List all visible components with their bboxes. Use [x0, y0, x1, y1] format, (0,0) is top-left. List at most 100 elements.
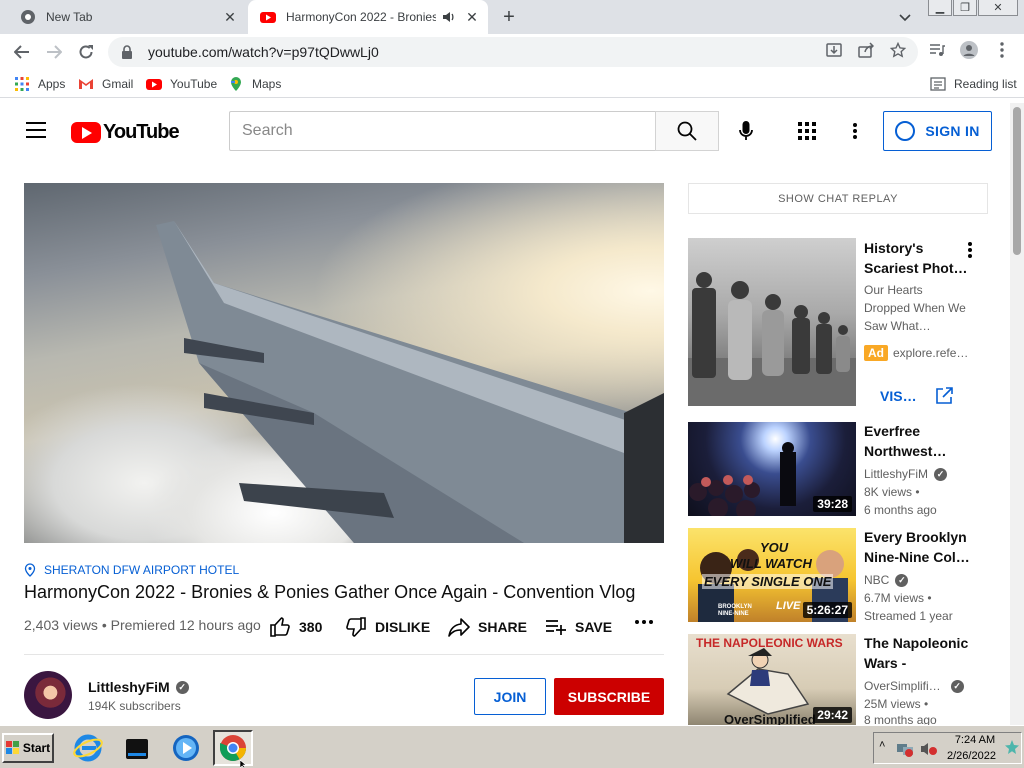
title-line: Everfree: [864, 423, 921, 439]
search-button[interactable]: [655, 111, 719, 151]
video-age: Streamed 1 year: [864, 609, 953, 623]
video-thumbnail[interactable]: YOU WILL WATCH EVERY SINGLE ONE LIVE BRO…: [688, 528, 856, 622]
ad-badge: Ad: [864, 345, 888, 361]
bookmark-gmail[interactable]: Gmail: [78, 76, 133, 92]
video-duration: 39:28: [813, 496, 852, 512]
video-thumbnail[interactable]: THE NAPOLEONIC WARS OverSimplified 29:42: [688, 634, 856, 725]
bookmark-label: Apps: [38, 77, 66, 91]
search-input[interactable]: Search: [229, 111, 656, 151]
reload-icon[interactable]: [74, 40, 98, 64]
thumbnail-logo-text: BROOKLYN NINE-NINE: [718, 604, 752, 617]
volume-muted-icon[interactable]: [920, 741, 938, 757]
verified-check-icon: ✓: [895, 573, 909, 587]
subscribe-button[interactable]: SUBSCRIBE: [554, 678, 664, 715]
join-button[interactable]: JOIN: [474, 678, 546, 715]
account-circle-icon: [895, 121, 916, 141]
show-chat-replay-button[interactable]: SHOW CHAT REPLAY: [688, 183, 988, 214]
clock-date: 2/26/2022: [947, 750, 996, 762]
dislike-button[interactable]: DISLIKE: [345, 616, 430, 638]
close-tab-icon[interactable]: ✕: [462, 7, 482, 27]
install-app-icon[interactable]: [825, 41, 843, 59]
sign-in-button[interactable]: SIGN IN: [883, 111, 992, 151]
forward-arrow-icon[interactable]: [42, 40, 66, 64]
youtube-play-icon: [71, 122, 101, 143]
video-title-link[interactable]: Every Brooklyn Nine-Nine Col…: [864, 527, 974, 567]
video-channel[interactable]: LittleshyFiM ✓: [864, 467, 948, 481]
channel-avatar[interactable]: [24, 671, 72, 719]
tab-youtube-video[interactable]: HarmonyCon 2022 - Bronies & Ponies ✕: [248, 0, 488, 34]
gmail-icon: [79, 79, 93, 89]
browser-menu-icon[interactable]: [993, 41, 1011, 59]
video-thumbnail[interactable]: 39:28: [688, 422, 856, 516]
visit-site-button[interactable]: VIS…: [864, 380, 964, 412]
video-more-actions-icon[interactable]: [635, 620, 661, 624]
tab-new-tab[interactable]: New Tab ✕: [0, 0, 246, 34]
like-count: 380: [299, 619, 323, 635]
youtube-logo[interactable]: YouTube: [71, 121, 180, 144]
location-pin-icon: [24, 563, 36, 577]
video-age: 6 months ago: [864, 503, 937, 517]
bookmark-star-icon[interactable]: [889, 41, 907, 59]
start-label: Start: [22, 741, 51, 755]
speaker-icon[interactable]: [442, 10, 456, 24]
close-tab-icon[interactable]: ✕: [220, 7, 240, 27]
media-queue-icon[interactable]: [928, 41, 946, 59]
thumbnail-text: WILL WATCH: [730, 556, 812, 571]
reading-list-button[interactable]: Reading list: [930, 76, 1017, 92]
close-window-icon[interactable]: ✕: [978, 0, 1018, 16]
notification-icon[interactable]: [1004, 738, 1020, 758]
bookmark-maps[interactable]: Maps: [228, 76, 281, 92]
youtube-apps-icon[interactable]: [796, 120, 818, 142]
hamburger-menu-icon[interactable]: [26, 122, 46, 138]
address-bar[interactable]: youtube.com/watch?v=p97tQDwwLj0: [108, 37, 918, 67]
video-title-link[interactable]: Everfree Northwest…: [864, 421, 974, 461]
channel-name-text: NBC: [864, 573, 890, 587]
tab-strip: New Tab ✕ HarmonyCon 2022 - Bronies & Po…: [0, 0, 1024, 34]
more-options-icon[interactable]: [845, 120, 865, 142]
maps-icon: [231, 77, 241, 91]
new-tab-plus-icon[interactable]: +: [498, 6, 520, 28]
video-channel[interactable]: NBC ✓: [864, 573, 909, 587]
network-warning-icon[interactable]: [896, 741, 914, 757]
verified-check-icon: ✓: [934, 467, 948, 481]
windows-logo-icon: [5, 741, 19, 754]
ad-more-options-icon[interactable]: [968, 242, 972, 263]
ad-title[interactable]: History's Scariest Phot…: [864, 238, 974, 278]
minimize-icon[interactable]: ▁: [928, 0, 952, 16]
windows-taskbar: Start ˄ 7:24 AM 2/26/2022: [0, 725, 1024, 768]
show-hidden-icons-icon[interactable]: ˄: [879, 739, 885, 751]
chevron-down-icon[interactable]: [895, 8, 915, 28]
microphone-icon[interactable]: [734, 119, 758, 143]
lock-icon[interactable]: [120, 45, 134, 59]
video-channel[interactable]: OverSimplifi… ✓: [864, 679, 964, 693]
save-label: SAVE: [575, 619, 613, 635]
like-button[interactable]: 380: [269, 616, 322, 638]
bookmark-youtube[interactable]: YouTube: [146, 76, 217, 92]
search-icon: [677, 121, 697, 141]
video-location-link[interactable]: SHERATON DFW AIRPORT HOTEL: [24, 563, 239, 577]
ad-thumbnail[interactable]: [688, 238, 856, 406]
file-manager-icon[interactable]: [117, 730, 157, 766]
share-icon[interactable]: [857, 41, 875, 59]
start-button[interactable]: Start: [2, 733, 54, 763]
restore-icon[interactable]: ❐: [953, 0, 977, 16]
page-scrollbar[interactable]: [1010, 103, 1024, 725]
channel-name-text: LittleshyFiM: [864, 467, 929, 481]
video-title-link[interactable]: The Napoleonic Wars -: [864, 633, 974, 673]
media-player-icon[interactable]: [166, 730, 206, 766]
video-player[interactable]: [24, 183, 664, 543]
internet-explorer-icon[interactable]: [68, 730, 108, 766]
verified-check-icon: ✓: [950, 679, 964, 693]
scrollbar-thumb[interactable]: [1013, 107, 1021, 255]
thumbnail-text: YOU: [760, 540, 789, 555]
title-line: Wars -: [864, 655, 907, 671]
profile-avatar-icon[interactable]: [960, 41, 978, 59]
save-button[interactable]: SAVE: [545, 616, 612, 638]
share-button[interactable]: SHARE: [448, 616, 527, 638]
verified-check-icon: ✓: [175, 680, 189, 694]
bookmark-apps[interactable]: Apps: [14, 76, 65, 92]
channel-name[interactable]: LittleshyFiM ✓: [88, 679, 189, 695]
video-views: 6.7M views •: [864, 591, 932, 605]
back-arrow-icon[interactable]: [10, 40, 34, 64]
subscriber-count: 194K subscribers: [88, 699, 181, 713]
